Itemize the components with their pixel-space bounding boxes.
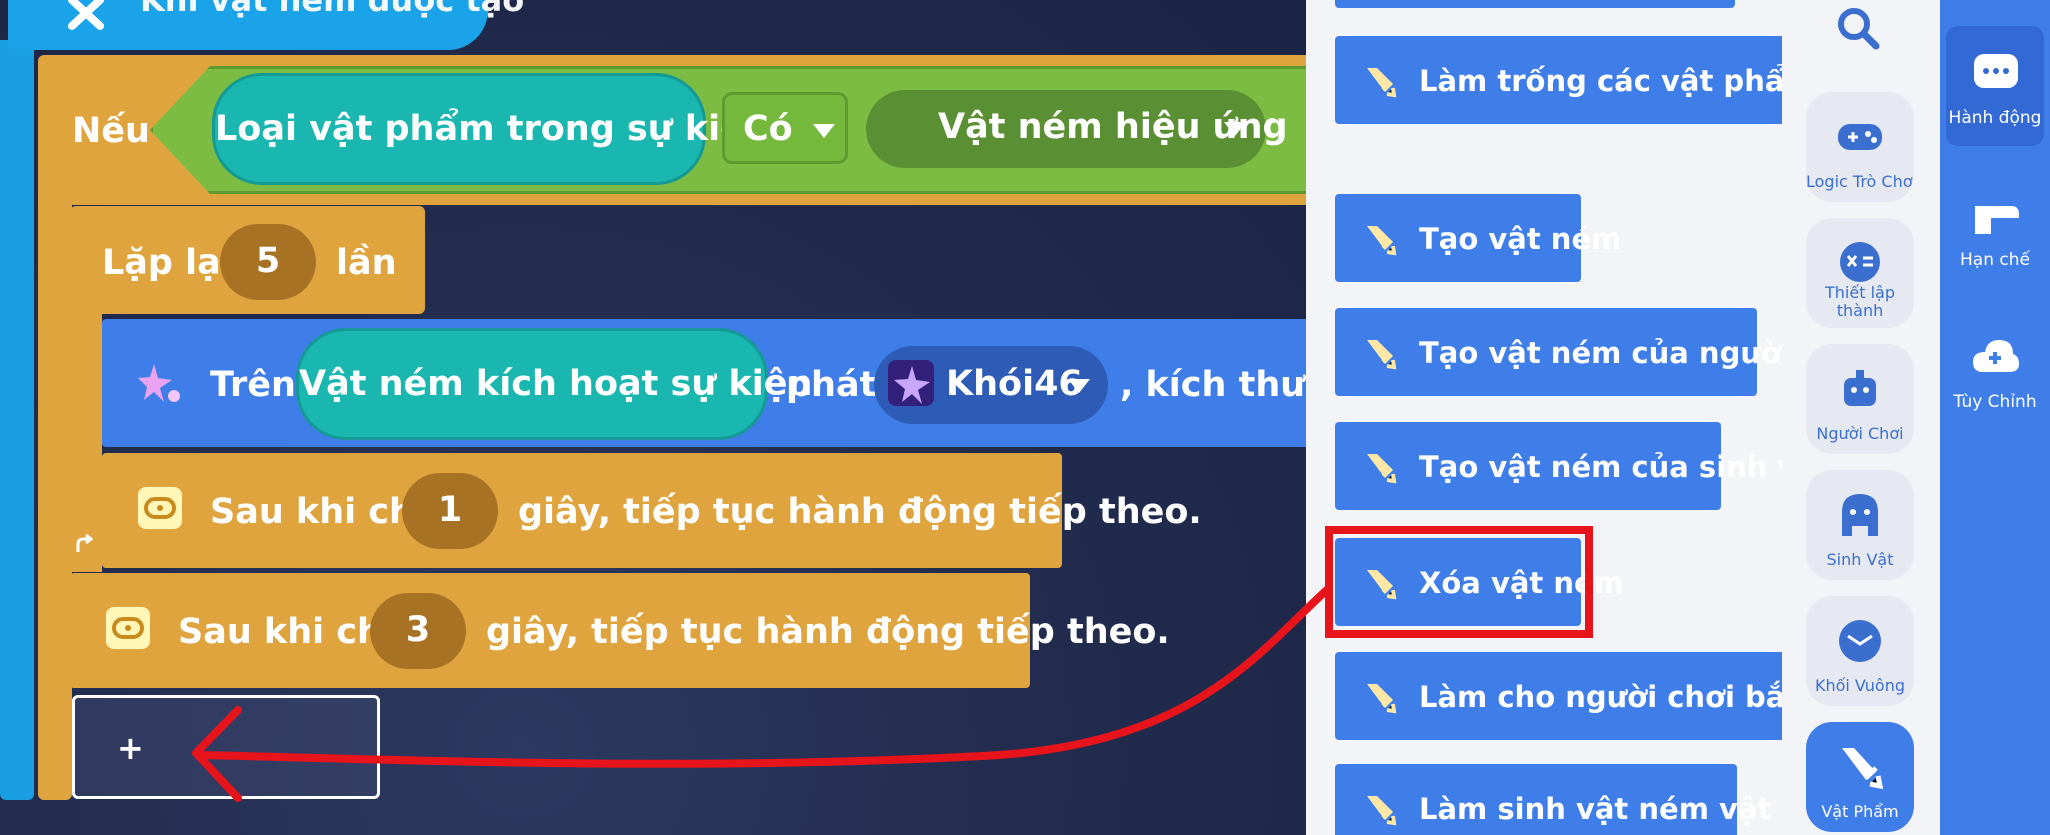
player-icon xyxy=(1844,370,1876,406)
chevron-down-icon xyxy=(1068,379,1090,393)
add-icon: + xyxy=(117,729,144,767)
palette-block-create-projectile[interactable]: Tạo vật ném xyxy=(1335,194,1621,282)
search-icon[interactable] xyxy=(1834,4,1882,52)
palette-block-delete-projectile[interactable]: Xóa vật ném xyxy=(1335,538,1624,626)
category-settings[interactable]: Thiết lập thành xyxy=(1806,218,1914,328)
tab-custom[interactable]: Tùy Chỉnh xyxy=(1940,310,2050,430)
script-workspace[interactable]: Khi vật ném được tạo Nếu Loại vật phẩm t… xyxy=(0,0,1306,835)
emit-trailing: , kích thước xyxy=(1120,365,1306,405)
category-sidebar: Logic Trò Chơi Thiết lập thành Người Chơ… xyxy=(1782,0,1940,835)
restrict-icon xyxy=(1975,206,2019,234)
repeat-prefix: Lặp lại xyxy=(102,243,233,283)
add-block-slot[interactable]: + xyxy=(72,695,380,799)
sword-icon xyxy=(1367,226,1397,256)
chat-icon xyxy=(1974,54,2018,88)
gamepad-icon xyxy=(1838,124,1882,150)
effect-thumbnail-icon xyxy=(888,360,934,406)
projectile-trigger-label: Vật ném kích hoạt sự kiện xyxy=(299,364,813,404)
repeat-count-input[interactable]: 5 xyxy=(220,224,316,300)
category-label: Khối Vuông xyxy=(1814,676,1906,695)
block-palette[interactable]: Làm trống các vật phẩm trong rương Tạo v… xyxy=(1306,0,1782,835)
category-item-active[interactable]: Vật Phẩm xyxy=(1806,722,1914,832)
close-icon xyxy=(68,0,104,30)
palette-block-partial[interactable] xyxy=(1335,0,1735,8)
wait-2-seconds-value: 3 xyxy=(405,610,431,650)
math-icon xyxy=(1840,242,1880,282)
category-label: Logic Trò Chơi xyxy=(1806,172,1914,191)
projectile-trigger-reporter[interactable]: Vật ném kích hoạt sự kiện xyxy=(296,328,813,440)
event-item-type-reporter[interactable]: Loại vật phẩm trong sự kiện xyxy=(212,73,769,185)
palette-block-creature-throw-projectile[interactable]: Làm sinh vật ném vật ném xyxy=(1335,764,1782,835)
operator-dropdown[interactable]: Có xyxy=(722,92,848,164)
wait-2-suffix: giây, tiếp tục hành động tiếp theo. xyxy=(486,612,1170,652)
wait-icon xyxy=(106,607,150,649)
tab-actions[interactable]: Hành động xyxy=(1946,26,2044,146)
wait-icon xyxy=(138,487,182,529)
effect-label: Khói46 xyxy=(946,364,1083,404)
if-block-rail xyxy=(38,150,72,800)
tab-label: Hành động xyxy=(1948,108,2042,128)
sword-icon xyxy=(1367,454,1397,484)
emit-prefix: Trên xyxy=(210,365,296,405)
tab-label: Tùy Chỉnh xyxy=(1953,392,2037,412)
category-player[interactable]: Người Chơi xyxy=(1806,344,1914,454)
category-game-logic[interactable]: Logic Trò Chơi xyxy=(1806,92,1914,202)
event-hat-label: Khi vật ném được tạo xyxy=(140,0,525,19)
cloud-add-icon xyxy=(1973,340,2019,372)
category-label: Thiết lập thành xyxy=(1825,284,1895,320)
sword-icon xyxy=(1367,340,1397,370)
sparkle-icon xyxy=(138,364,180,402)
palette-block-clear-chest[interactable]: Làm trống các vật phẩm trong rương xyxy=(1335,36,1782,124)
palette-label: Tạo vật ném xyxy=(1419,222,1622,256)
sword-icon xyxy=(1842,748,1884,790)
operator-label: Có xyxy=(743,109,793,149)
category-label: Sinh Vật xyxy=(1826,550,1894,569)
creature-icon xyxy=(1842,494,1878,536)
palette-block-create-player-projectile[interactable]: Tạo vật ném của người chơi xyxy=(1335,308,1782,396)
wait-1-seconds-value: 1 xyxy=(437,490,463,530)
category-label: Vật Phẩm xyxy=(1821,802,1899,821)
effect-dropdown[interactable]: Khói46 xyxy=(874,346,1108,424)
tab-restrictions[interactable]: Hạn chế xyxy=(1940,168,2050,288)
tab-label: Hạn chế xyxy=(1960,250,2030,270)
emit-verb: phát xyxy=(786,365,877,405)
sword-icon xyxy=(1367,68,1397,98)
loop-arrow-icon xyxy=(76,534,94,552)
palette-label: Làm cho người chơi bắn vật ném xyxy=(1419,680,1782,714)
repeat-suffix: lần xyxy=(336,243,397,283)
sword-icon xyxy=(1367,570,1397,600)
palette-label: Tạo vật ném của sinh vật xyxy=(1419,450,1782,484)
palette-block-create-creature-projectile[interactable]: Tạo vật ném của sinh vật xyxy=(1335,422,1782,510)
sword-icon xyxy=(1367,684,1397,714)
palette-label: Làm sinh vật ném vật ném xyxy=(1419,792,1782,826)
palette-label: Làm trống các vật phẩm trong rương xyxy=(1419,64,1782,98)
category-creature[interactable]: Sinh Vật xyxy=(1806,470,1914,580)
repeat-count-value: 5 xyxy=(255,241,281,281)
chevron-down-icon xyxy=(813,124,835,138)
wait-1-seconds-input[interactable]: 1 xyxy=(402,473,498,549)
event-block-rail xyxy=(0,40,34,800)
wait-2-seconds-input[interactable]: 3 xyxy=(370,593,466,669)
event-item-type-label: Loại vật phẩm trong sự kiện xyxy=(215,109,769,149)
category-block[interactable]: Khối Vuông xyxy=(1806,596,1914,706)
wait-1-suffix: giây, tiếp tục hành động tiếp theo. xyxy=(518,492,1202,532)
palette-label: Xóa vật ném xyxy=(1419,566,1624,600)
cube-icon xyxy=(1839,620,1881,662)
palette-block-player-shoot-projectile[interactable]: Làm cho người chơi bắn vật ném xyxy=(1335,652,1782,740)
if-label: Nếu xyxy=(72,111,150,151)
palette-label: Tạo vật ném của người chơi xyxy=(1419,336,1782,370)
main-tab-rail: Hành động Hạn chế Tùy Chỉnh xyxy=(1940,0,2050,835)
category-label: Người Chơi xyxy=(1816,424,1904,443)
chevron-down-icon xyxy=(1224,122,1246,136)
item-type-dropdown[interactable]: Vật ném hiệu ứng xyxy=(866,90,1288,168)
repeat-block-rail xyxy=(70,300,102,572)
sword-icon xyxy=(1367,796,1397,826)
